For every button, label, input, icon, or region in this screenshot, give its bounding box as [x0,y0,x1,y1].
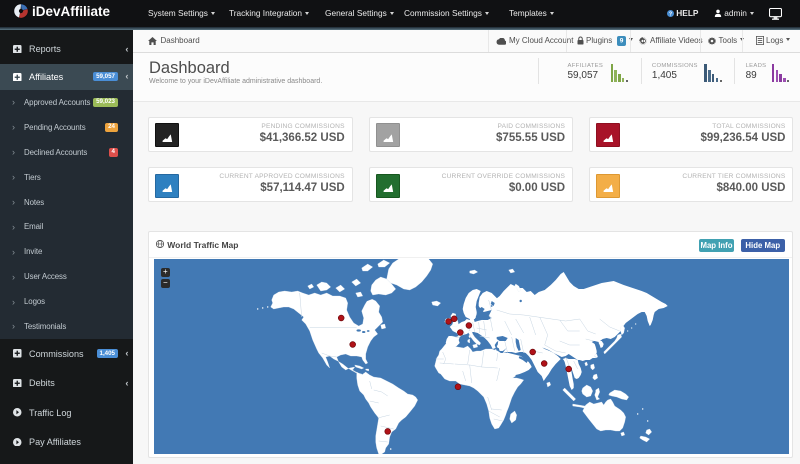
svg-text:?: ? [669,11,672,17]
